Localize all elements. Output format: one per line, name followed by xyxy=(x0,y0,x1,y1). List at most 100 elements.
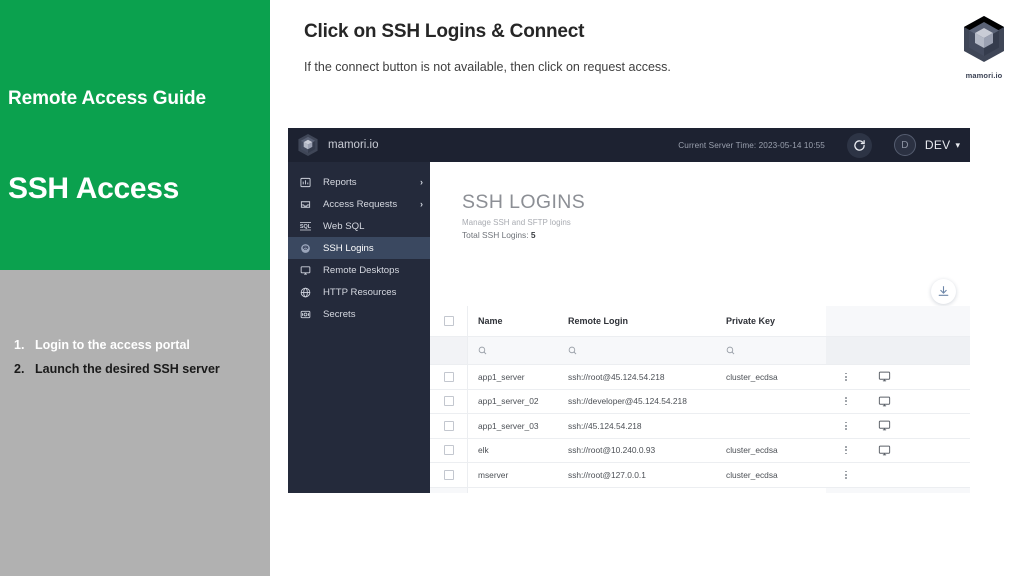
table-row[interactable]: app1_server ssh://root@45.124.54.218 clu… xyxy=(430,365,970,390)
kebab-menu-icon xyxy=(845,397,847,406)
search-icon xyxy=(726,346,735,354)
cell-remote-login: ssh://root@127.0.0.1 xyxy=(568,469,646,480)
hex-cube-logo-icon xyxy=(298,134,318,156)
search-icon xyxy=(478,346,487,354)
sidebar: Reports › Access Requests › SQL Web SQL … xyxy=(288,162,430,493)
row-menu-button[interactable] xyxy=(826,372,866,381)
cell-remote-login: ssh://developer@45.124.54.218 xyxy=(568,396,687,407)
row-checkbox[interactable] xyxy=(443,420,454,431)
column-header-private-key[interactable]: Private Key xyxy=(726,316,826,326)
table-row[interactable]: app1_server_02 ssh://developer@45.124.54… xyxy=(430,389,970,414)
app-screenshot: mamori.io Current Server Time: 2023-05-1… xyxy=(288,128,970,493)
cell-remote-login: ssh://root@45.124.54.218 xyxy=(568,371,665,382)
kebab-menu-icon xyxy=(845,421,847,430)
app-logo-text: mamori.io xyxy=(328,139,379,151)
sidebar-item-access-requests[interactable]: Access Requests › xyxy=(288,193,430,215)
chevron-down-icon[interactable]: ▾ xyxy=(955,140,960,151)
chevron-right-icon: › xyxy=(420,177,423,187)
cell-name: app1_server_02 xyxy=(478,396,539,407)
monitor-icon xyxy=(878,396,891,407)
cell-remote-login: ssh://45.124.54.218 xyxy=(568,420,642,431)
filter-key-cell[interactable] xyxy=(726,342,826,360)
download-button[interactable] xyxy=(931,279,956,304)
table-empty-row xyxy=(430,487,970,493)
inbox-icon xyxy=(298,199,313,210)
safe-icon xyxy=(298,309,313,320)
table-row[interactable]: mserver ssh://root@127.0.0.1 cluster_ecd… xyxy=(430,463,970,488)
slide-big-title: SSH Access xyxy=(8,172,179,205)
table-filter-row xyxy=(430,337,970,365)
left-green-panel xyxy=(0,0,270,270)
app-logo[interactable]: mamori.io xyxy=(288,133,378,157)
row-select-cell[interactable] xyxy=(430,389,468,413)
empty-check-cell xyxy=(430,487,468,493)
slide-canvas: Remote Access Guide SSH Access 1. Login … xyxy=(0,0,1024,576)
row-select-cell[interactable] xyxy=(430,463,468,487)
step-label: Login to the access portal xyxy=(35,338,190,352)
list-item: 1. Login to the access portal xyxy=(10,339,266,352)
row-checkbox[interactable] xyxy=(443,445,454,456)
ssh-logins-table: Name Remote Login Private Key app1_serve… xyxy=(430,306,970,493)
page-subtitle: If the connect button is not available, … xyxy=(304,60,671,74)
table-header-row: Name Remote Login Private Key xyxy=(430,306,970,337)
total-count-value: 5 xyxy=(530,230,536,240)
row-select-cell[interactable] xyxy=(430,438,468,462)
cell-name: app1_server xyxy=(478,371,525,382)
cell-name: app1_server_03 xyxy=(478,420,539,431)
svg-text:SQL: SQL xyxy=(300,224,312,230)
sidebar-item-reports[interactable]: Reports › xyxy=(288,171,430,193)
kebab-menu-icon xyxy=(845,446,847,455)
sidebar-item-label: Secrets xyxy=(323,308,356,320)
column-header-name[interactable]: Name xyxy=(468,316,568,326)
row-menu-button[interactable] xyxy=(826,470,866,479)
filter-check-cell xyxy=(430,337,468,364)
search-icon xyxy=(568,346,577,354)
row-menu-button[interactable] xyxy=(826,421,866,430)
sidebar-item-secrets[interactable]: Secrets xyxy=(288,303,430,325)
connect-button[interactable] xyxy=(866,419,970,432)
row-select-cell[interactable] xyxy=(430,365,468,389)
row-checkbox[interactable] xyxy=(443,396,454,407)
app-topbar: mamori.io Current Server Time: 2023-05-1… xyxy=(288,128,970,162)
cell-remote-login: ssh://root@10.240.0.93 xyxy=(568,445,656,456)
cell-private-key: cluster_ecdsa xyxy=(726,445,778,456)
sidebar-item-http-resources[interactable]: HTTP Resources xyxy=(288,281,430,303)
avatar[interactable]: D xyxy=(893,134,916,156)
fingerprint-icon xyxy=(298,243,313,254)
table-row[interactable]: elk ssh://root@10.240.0.93 cluster_ecdsa xyxy=(430,438,970,463)
select-all-checkbox[interactable] xyxy=(443,316,454,326)
empty-tail-cell xyxy=(826,487,970,493)
select-all-cell[interactable] xyxy=(430,306,468,336)
bar-chart-icon xyxy=(298,177,313,188)
connect-button[interactable] xyxy=(866,395,970,408)
sql-icon: SQL xyxy=(298,221,313,232)
row-menu-button[interactable] xyxy=(826,397,866,406)
page-title: Click on SSH Logins & Connect xyxy=(304,21,585,42)
step-number: 2. xyxy=(14,361,25,376)
row-select-cell[interactable] xyxy=(430,414,468,438)
sidebar-item-web-sql[interactable]: SQL Web SQL xyxy=(288,215,430,237)
monitor-icon xyxy=(298,265,313,276)
row-checkbox[interactable] xyxy=(443,469,454,480)
sidebar-item-ssh-logins[interactable]: SSH Logins xyxy=(288,237,430,259)
sidebar-item-remote-desktops[interactable]: Remote Desktops xyxy=(288,259,430,281)
download-icon xyxy=(938,286,949,296)
slide-kicker: Remote Access Guide xyxy=(8,88,207,109)
step-label: Launch the desired SSH server xyxy=(35,361,220,376)
connect-button[interactable] xyxy=(866,444,970,457)
refresh-icon xyxy=(854,139,865,151)
filter-name-cell[interactable] xyxy=(468,342,568,360)
cell-private-key: cluster_ecdsa xyxy=(726,469,778,480)
column-header-actions xyxy=(826,306,970,336)
tenant-label[interactable]: DEV xyxy=(925,138,951,152)
column-header-remote-login[interactable]: Remote Login xyxy=(568,316,726,326)
filter-login-cell[interactable] xyxy=(568,342,726,360)
table-row[interactable]: app1_server_03 ssh://45.124.54.218 xyxy=(430,414,970,439)
connect-button[interactable] xyxy=(866,370,970,383)
sidebar-item-label: HTTP Resources xyxy=(323,286,397,298)
step-number: 1. xyxy=(14,338,25,352)
row-menu-button[interactable] xyxy=(826,446,866,455)
refresh-button[interactable] xyxy=(846,132,872,158)
sidebar-item-label: Access Requests xyxy=(323,198,398,210)
row-checkbox[interactable] xyxy=(443,371,454,382)
